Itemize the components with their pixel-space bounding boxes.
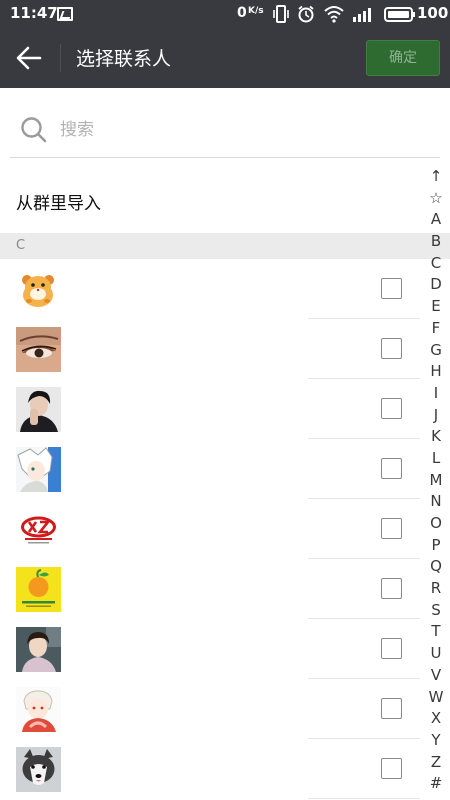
page-title: 选择联系人: [76, 48, 172, 70]
husky-dog-avatar: [16, 747, 61, 792]
index-letter[interactable]: H: [424, 361, 448, 383]
index-letter[interactable]: K: [424, 426, 448, 448]
index-letter[interactable]: U: [424, 643, 448, 665]
index-letter[interactable]: T: [424, 621, 448, 643]
red-logo-avatar: [16, 507, 61, 552]
battery-level: 100: [417, 4, 449, 22]
search-icon: [21, 117, 47, 143]
search-bar: [10, 104, 440, 158]
index-letter[interactable]: I: [424, 383, 448, 405]
section-header: C: [0, 233, 450, 259]
status-time: 11:47: [10, 4, 58, 22]
import-from-group-label: 从群里导入: [16, 194, 101, 214]
header-divider: [60, 44, 61, 72]
anime-white-hair-avatar: [16, 447, 61, 492]
net-speed: 0: [237, 5, 247, 21]
index-letter[interactable]: A: [424, 209, 448, 231]
index-letter[interactable]: M: [424, 470, 448, 492]
eye-makeup-avatar: [16, 327, 61, 372]
index-letter[interactable]: O: [424, 513, 448, 535]
index-letter[interactable]: Y: [424, 730, 448, 752]
boy-portrait-avatar: [16, 627, 61, 672]
index-letter[interactable]: S: [424, 600, 448, 622]
hamster-cartoon-avatar: [16, 267, 61, 312]
arrow-left-icon[interactable]: [14, 44, 44, 72]
contact-checkbox[interactable]: [381, 578, 402, 599]
contact-checkbox[interactable]: [381, 278, 402, 299]
index-letter[interactable]: ↑: [424, 166, 448, 188]
section-letter: C: [16, 238, 26, 253]
yellow-fruit-logo-avatar: [16, 567, 61, 612]
index-letter[interactable]: X: [424, 708, 448, 730]
status-bar: 11:47 0 K/s 100: [0, 0, 450, 28]
index-letter[interactable]: E: [424, 296, 448, 318]
index-letter[interactable]: C: [424, 253, 448, 275]
anime-red-avatar: [16, 687, 61, 732]
contact-row[interactable]: [0, 499, 420, 559]
index-letter[interactable]: Q: [424, 556, 448, 578]
index-letter[interactable]: #: [424, 773, 448, 795]
contact-checkbox[interactable]: [381, 518, 402, 539]
index-letter[interactable]: R: [424, 578, 448, 600]
dark-portrait-avatar: [16, 387, 61, 432]
index-letter[interactable]: V: [424, 665, 448, 687]
contact-list: [0, 259, 420, 799]
contact-row[interactable]: [0, 619, 420, 679]
net-speed-unit: K/s: [248, 6, 264, 16]
wifi-icon: [324, 6, 344, 23]
index-letter[interactable]: N: [424, 491, 448, 513]
alphabet-index-bar[interactable]: ↑ ☆ A B C D E F G H I J K L M N O P Q R S T U V W X Y Z #: [424, 166, 448, 795]
alarm-icon: [298, 5, 314, 23]
index-letter[interactable]: J: [424, 405, 448, 427]
index-letter[interactable]: F: [424, 318, 448, 340]
contact-row[interactable]: [0, 439, 420, 499]
contact-checkbox[interactable]: [381, 338, 402, 359]
row-divider: [308, 798, 420, 799]
vibrate-icon: [273, 5, 289, 23]
contact-row[interactable]: [0, 259, 420, 319]
battery-icon: [384, 7, 415, 22]
search-input[interactable]: [60, 116, 420, 144]
contact-row[interactable]: [0, 319, 420, 379]
contact-row[interactable]: [0, 679, 420, 739]
signal-icon: [353, 8, 371, 22]
message-icon: [57, 7, 73, 21]
index-letter[interactable]: G: [424, 340, 448, 362]
contact-checkbox[interactable]: [381, 458, 402, 479]
contact-checkbox[interactable]: [381, 638, 402, 659]
confirm-button[interactable]: 确定: [366, 40, 440, 76]
contact-checkbox[interactable]: [381, 758, 402, 779]
contact-checkbox[interactable]: [381, 698, 402, 719]
contact-checkbox[interactable]: [381, 398, 402, 419]
index-letter[interactable]: L: [424, 448, 448, 470]
app-bar: 选择联系人 确定: [0, 28, 450, 88]
contact-row[interactable]: [0, 739, 420, 799]
contact-row[interactable]: [0, 559, 420, 619]
import-from-group-item[interactable]: 从群里导入: [0, 175, 420, 225]
index-letter[interactable]: Z: [424, 752, 448, 774]
index-letter[interactable]: D: [424, 274, 448, 296]
index-letter[interactable]: ☆: [424, 188, 448, 210]
index-letter[interactable]: W: [424, 687, 448, 709]
index-letter[interactable]: P: [424, 535, 448, 557]
index-letter[interactable]: B: [424, 231, 448, 253]
contact-row[interactable]: [0, 379, 420, 439]
